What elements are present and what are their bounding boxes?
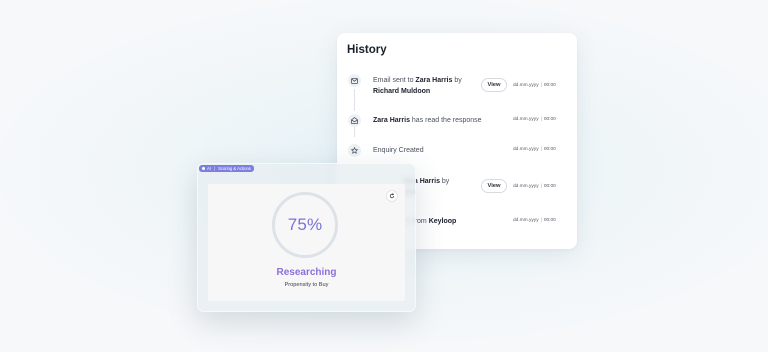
- view-button[interactable]: View: [481, 78, 507, 92]
- mail-icon: [348, 74, 361, 87]
- propensity-label: Propensity to Buy: [284, 282, 329, 288]
- ai-dot-icon: [202, 167, 205, 170]
- view-button[interactable]: View: [481, 179, 507, 193]
- event-timestamp: dd.mm.yyyy | 00:00: [513, 117, 556, 122]
- timeline-connector: [354, 89, 355, 111]
- badge-label: Scoring & Actions: [218, 166, 251, 171]
- propensity-gauge: 75%: [272, 192, 338, 258]
- history-title: History: [347, 44, 387, 56]
- refresh-icon[interactable]: [386, 190, 398, 202]
- scoring-panel: AI | Scoring & Actions 75% Researching P…: [197, 163, 416, 312]
- event-timestamp: dd.mm.yyyy | 00:00: [513, 147, 556, 152]
- ai-label: AI: [207, 166, 211, 171]
- event-timestamp: dd.mm.yyyy | 00:00: [513, 83, 556, 88]
- event-text: Zara Harris has read the response: [373, 117, 482, 124]
- score-card: 75% Researching Propensity to Buy: [208, 184, 405, 301]
- event-text: Email sent to Zara Harris by Richard Mul…: [373, 77, 462, 95]
- event-timestamp: dd.mm.yyyy | 00:00: [513, 218, 556, 223]
- mail-open-icon: [348, 114, 361, 127]
- star-icon: [348, 144, 361, 157]
- event-text: Enquiry Created: [373, 147, 424, 154]
- ai-scoring-badge: AI | Scoring & Actions: [199, 165, 254, 172]
- event-timestamp: dd.mm.yyyy | 00:00: [513, 184, 556, 189]
- score-percent: 75%: [287, 215, 323, 234]
- stage-label: Researching: [276, 267, 337, 278]
